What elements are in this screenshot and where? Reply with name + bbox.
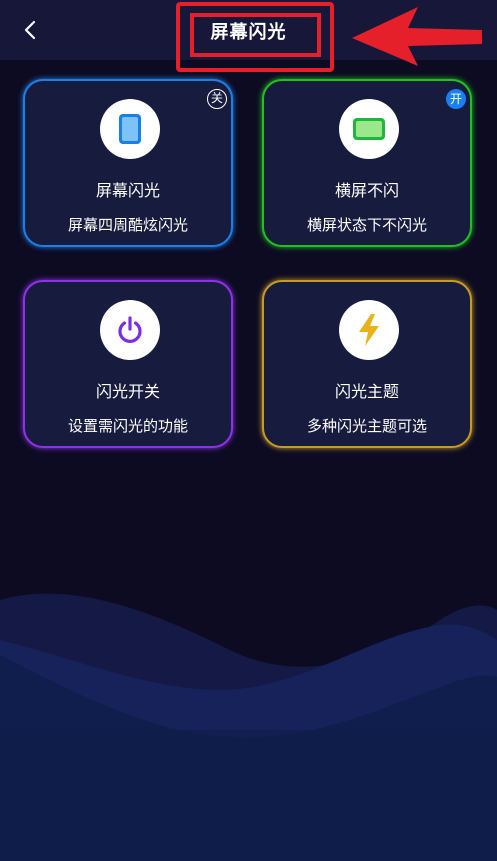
card-landscape-no-flash[interactable]: 开 横屏不闪 横屏状态下不闪光: [262, 79, 472, 247]
card-title: 闪光开关: [95, 382, 160, 401]
card-subtitle: 多种闪光主题可选: [306, 417, 427, 435]
card-title: 闪光主题: [334, 382, 399, 401]
card-flash-themes[interactable]: 闪光主题 多种闪光主题可选: [262, 280, 472, 448]
annotation-arrow: [352, 7, 482, 66]
status-badge-off[interactable]: 关: [207, 89, 227, 109]
card-subtitle: 横屏状态下不闪光: [306, 216, 427, 234]
card-screen-flash[interactable]: 关 屏幕闪光 屏幕四周酷炫闪光: [23, 79, 233, 247]
card-flash-switch[interactable]: 闪光开关 设置需闪光的功能: [23, 280, 233, 448]
phone-portrait-icon: [119, 114, 141, 144]
card-icon-circle: [100, 99, 160, 159]
card-icon-circle: [339, 99, 399, 159]
card-title: 屏幕闪光: [95, 181, 160, 200]
phone-landscape-icon: [353, 118, 385, 140]
lightning-icon: [359, 314, 379, 346]
status-badge-on[interactable]: 开: [446, 89, 466, 109]
power-icon: [118, 316, 142, 343]
card-title: 横屏不闪: [334, 181, 399, 200]
card-subtitle: 设置需闪光的功能: [67, 417, 188, 435]
card-icon-circle: [339, 300, 399, 360]
wave-background: [0, 593, 497, 861]
card-subtitle: 屏幕四周酷炫闪光: [67, 216, 188, 234]
card-icon-circle: [100, 300, 160, 360]
